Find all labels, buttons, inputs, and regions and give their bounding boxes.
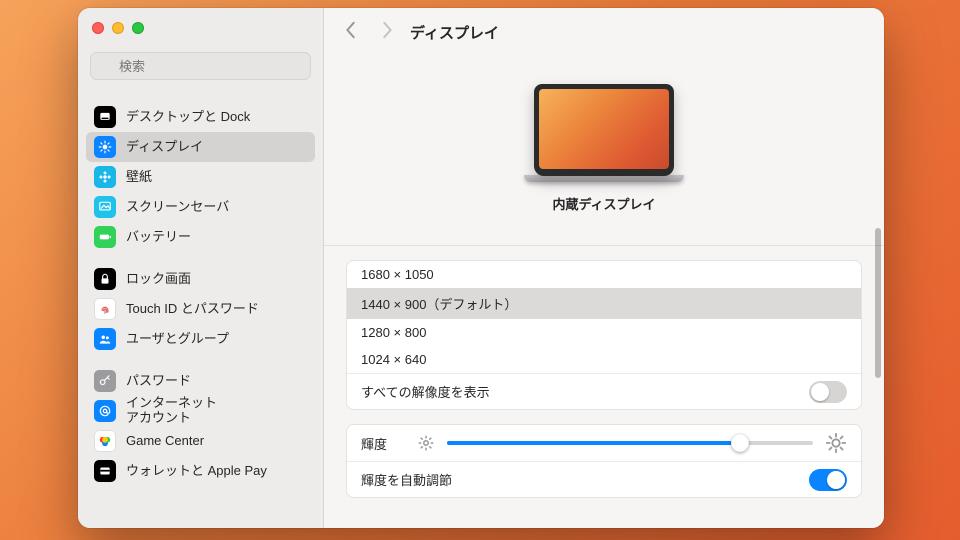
sidebar-item-internet-accounts[interactable]: インターネット アカウント — [86, 396, 315, 426]
battery-icon — [94, 226, 116, 248]
show-all-resolutions-row: すべての解像度を表示 — [347, 373, 861, 409]
sidebar-item-label: Touch ID とパスワード — [126, 302, 259, 317]
sidebar-nav: デスクトップと Dock ディスプレイ壁紙スクリーンセーババッテリー ロック画面 T… — [78, 90, 323, 528]
brightness-panel: 輝度 — [346, 424, 862, 498]
auto-brightness-label: 輝度を自動調節 — [361, 470, 452, 489]
sidebar-item-label: Game Center — [126, 434, 204, 449]
sidebar-item-label: パスワード — [126, 374, 191, 389]
sidebar-item-touchid[interactable]: Touch ID とパスワード — [86, 294, 315, 324]
brightness-label: 輝度 — [361, 434, 387, 453]
sidebar-item-battery[interactable]: バッテリー — [86, 222, 315, 252]
gamecenter-icon — [94, 430, 116, 452]
sidebar: デスクトップと Dock ディスプレイ壁紙スクリーンセーババッテリー ロック画面 T… — [78, 8, 324, 528]
sidebar-item-lock-screen[interactable]: ロック画面 — [86, 264, 315, 294]
content-body: 内蔵ディスプレイ 1680 × 10501440 × 900（デフォルト）128… — [324, 56, 884, 528]
sidebar-item-label: ロック画面 — [126, 272, 191, 287]
sidebar-item-label: ユーザとグループ — [126, 332, 229, 347]
desktop-background: デスクトップと Dockディスプレイ壁紙スクリーンセーババッテリー ロック画面T… — [0, 0, 960, 540]
sidebar-item-label: インターネット アカウント — [126, 396, 217, 426]
sidebar-item-label: スクリーンセーバ — [126, 200, 229, 215]
flower-icon — [94, 166, 116, 188]
sidebar-item-label: ディスプレイ — [126, 140, 203, 155]
dock-icon — [94, 106, 116, 128]
screensaver-icon — [94, 196, 116, 218]
brightness-high-icon — [825, 432, 847, 454]
minimize-button[interactable] — [112, 22, 124, 34]
lock-icon — [94, 268, 116, 290]
key-icon — [94, 370, 116, 392]
content-header: ディスプレイ — [324, 8, 884, 56]
sidebar-item-wallpaper[interactable]: 壁紙 — [86, 162, 315, 192]
sidebar-item-wallet[interactable]: ウォレットと Apple Pay — [86, 456, 315, 486]
sidebar-item-users[interactable]: ユーザとグループ — [86, 324, 315, 354]
fingerprint-icon — [94, 298, 116, 320]
wallet-icon — [94, 460, 116, 482]
sidebar-item-displays[interactable]: ディスプレイ — [86, 132, 315, 162]
sidebar-item-passwords[interactable]: パスワード — [86, 366, 315, 396]
resolution-panel: 1680 × 10501440 × 900（デフォルト）1280 × 80010… — [346, 260, 862, 410]
sidebar-item-desktop-dock[interactable]: デスクトップと Dock — [86, 102, 315, 132]
page-title: ディスプレイ — [410, 22, 499, 43]
sun-icon — [94, 136, 116, 158]
sidebar-item-label: ウォレットと Apple Pay — [126, 464, 267, 479]
display-name-label: 内蔵ディスプレイ — [552, 194, 655, 213]
at-icon — [94, 400, 116, 422]
laptop-icon — [534, 84, 674, 176]
display-preview: 内蔵ディスプレイ — [324, 56, 884, 231]
sidebar-item-label: バッテリー — [126, 230, 191, 245]
resolution-option[interactable]: 1440 × 900（デフォルト） — [347, 288, 861, 319]
sidebar-item-game-center[interactable]: Game Center — [86, 426, 315, 456]
auto-brightness-toggle[interactable] — [809, 469, 847, 491]
back-button[interactable] — [344, 21, 358, 44]
sidebar-item-screensaver[interactable]: スクリーンセーバ — [86, 192, 315, 222]
users-icon — [94, 328, 116, 350]
resolution-option[interactable]: 1680 × 1050 — [347, 261, 861, 288]
sidebar-item-label: 壁紙 — [126, 170, 152, 185]
maximize-button[interactable] — [132, 22, 144, 34]
auto-brightness-row: 輝度を自動調節 — [347, 461, 861, 497]
scrollbar[interactable] — [875, 228, 881, 378]
search-input[interactable] — [90, 52, 311, 80]
resolution-option[interactable]: 1024 × 640 — [347, 346, 861, 373]
brightness-row: 輝度 — [347, 425, 861, 461]
window-titlebar — [78, 8, 323, 48]
settings-window: デスクトップと Dockディスプレイ壁紙スクリーンセーババッテリー ロック画面T… — [78, 8, 884, 528]
sidebar-item-label: デスクトップと Dock — [126, 110, 250, 125]
brightness-low-icon — [417, 434, 435, 452]
show-all-resolutions-label: すべての解像度を表示 — [361, 382, 490, 401]
forward-button[interactable] — [380, 21, 394, 44]
search-box[interactable] — [90, 52, 311, 80]
show-all-resolutions-toggle[interactable] — [809, 381, 847, 403]
close-button[interactable] — [92, 22, 104, 34]
resolution-option[interactable]: 1280 × 800 — [347, 319, 861, 346]
brightness-slider[interactable] — [447, 441, 813, 445]
content-pane: ディスプレイ 内蔵ディスプレイ 1680 × 10501440 × 900（デフ… — [324, 8, 884, 528]
